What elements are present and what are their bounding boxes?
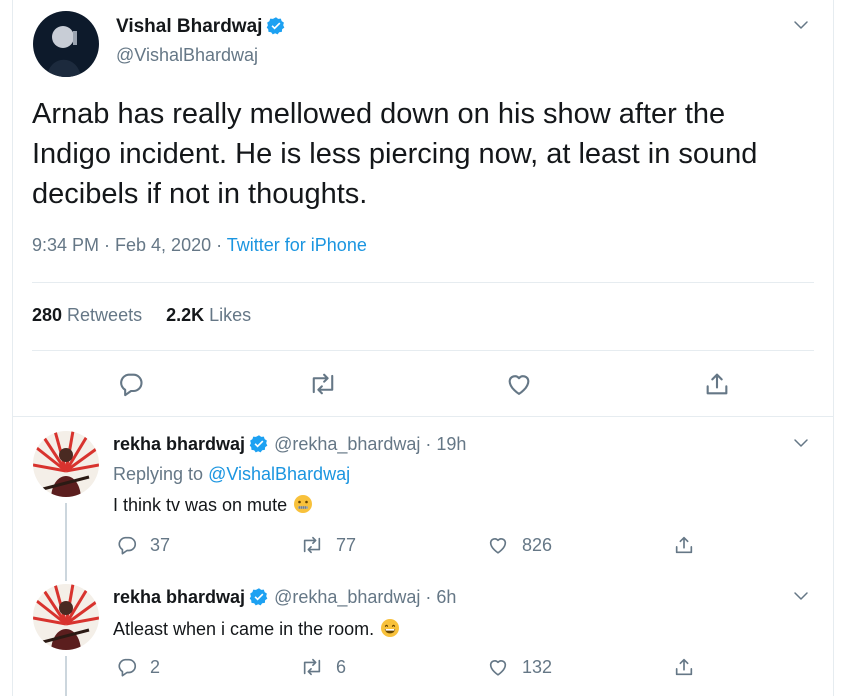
replying-to: Replying to @VishalBhardwaj xyxy=(113,464,350,485)
share-button[interactable] xyxy=(673,534,707,556)
reply-text-content: Atleast when i came in the room. xyxy=(113,619,375,639)
tweet-meta: 9:34 PM · Feb 4, 2020 · Twitter for iPho… xyxy=(32,235,367,256)
replying-to-link[interactable]: @VishalBhardwaj xyxy=(208,464,350,484)
reply-menu-chevron-down-icon[interactable] xyxy=(792,434,810,452)
retweets-label: Retweets xyxy=(62,305,143,325)
reply-text-content: I think tv was on mute xyxy=(113,495,288,515)
tweet-stats: 280 Retweets 2.2K Likes xyxy=(32,305,251,326)
reply-handle-time: @rekha_bhardwaj · 19h xyxy=(274,434,467,454)
reply-avatar[interactable] xyxy=(33,431,99,497)
reply-header[interactable]: rekha bhardwaj @rekha_bhardwaj · 19h xyxy=(113,434,466,455)
reply-icon[interactable] xyxy=(117,370,145,398)
verified-badge-icon xyxy=(249,587,269,607)
reply-author-name: rekha bhardwaj xyxy=(113,434,246,454)
thread-line xyxy=(65,503,67,581)
retweet-icon[interactable] xyxy=(308,370,338,398)
retweet-count: 77 xyxy=(336,534,357,555)
zipper-mouth-face-emoji-icon xyxy=(293,494,313,514)
thread-line xyxy=(65,656,67,696)
tweet-menu-chevron-down-icon[interactable] xyxy=(792,16,810,34)
reply-button[interactable]: 37 xyxy=(116,534,170,556)
like-count: 826 xyxy=(522,534,553,555)
retweet-button[interactable]: 6 xyxy=(300,656,346,678)
divider xyxy=(12,416,834,417)
retweets-stat[interactable]: 280 Retweets xyxy=(32,305,142,325)
author-name[interactable]: Vishal Bhardwaj xyxy=(116,16,286,38)
reply-text: Atleast when i came in the room. xyxy=(113,618,400,640)
grinning-face-emoji-icon xyxy=(380,618,400,638)
verified-badge-icon xyxy=(266,16,286,36)
share-button[interactable] xyxy=(673,656,707,678)
tweet-text: Arnab has really mellowed down on his sh… xyxy=(32,98,758,210)
retweet-button[interactable]: 77 xyxy=(300,534,356,556)
divider xyxy=(32,282,814,283)
reply-handle-time: @rekha_bhardwaj · 6h xyxy=(274,587,457,607)
retweets-count: 280 xyxy=(32,305,63,325)
like-count: 132 xyxy=(522,656,553,677)
like-button[interactable]: 826 xyxy=(486,534,552,556)
author-avatar[interactable] xyxy=(33,11,99,77)
likes-count: 2.2K xyxy=(166,305,205,325)
reply-count: 2 xyxy=(150,656,161,677)
tweet-source-link[interactable]: Twitter for iPhone xyxy=(227,235,367,255)
retweet-count: 6 xyxy=(336,656,347,677)
likes-label: Likes xyxy=(204,305,252,325)
divider xyxy=(32,350,814,351)
reply-header[interactable]: rekha bhardwaj @rekha_bhardwaj · 6h xyxy=(113,587,456,608)
like-heart-icon[interactable] xyxy=(505,370,533,398)
author-name-text: Vishal Bhardwaj xyxy=(116,16,263,37)
reply-author-name: rekha bhardwaj xyxy=(113,587,246,607)
like-button[interactable]: 132 xyxy=(486,656,552,678)
likes-stat[interactable]: 2.2K Likes xyxy=(166,305,251,325)
verified-badge-icon xyxy=(249,434,269,454)
reply-text: I think tv was on mute xyxy=(113,494,313,516)
author-handle[interactable]: @VishalBhardwaj xyxy=(116,45,258,66)
reply-button[interactable]: 2 xyxy=(116,656,160,678)
reply-avatar[interactable] xyxy=(33,584,99,650)
tweet-timestamp[interactable]: 9:34 PM · Feb 4, 2020 · xyxy=(32,235,227,255)
share-icon[interactable] xyxy=(703,370,731,398)
replying-to-label: Replying to xyxy=(113,464,209,484)
reply-menu-chevron-down-icon[interactable] xyxy=(792,587,810,605)
reply-count: 37 xyxy=(150,534,171,555)
